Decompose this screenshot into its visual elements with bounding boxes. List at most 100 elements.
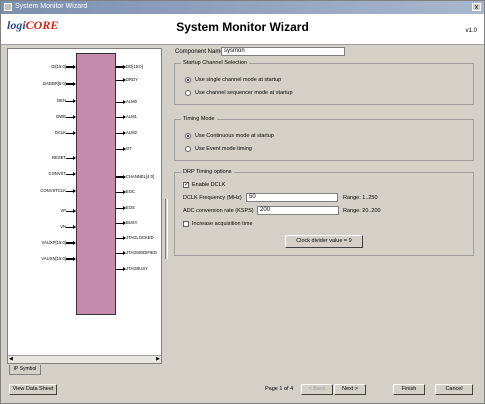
ip-symbol-panel: DI[15:0] DADDR[6:0] DEN DWE DCLK RESET CONVST C… <box>7 48 162 364</box>
pin-line <box>116 252 123 254</box>
component-name-input[interactable]: sysmon <box>221 47 345 56</box>
dclk-range-label: Range: 1..250 <box>343 195 378 201</box>
ip-symbol-block <box>76 53 116 315</box>
pin-arrow-icon <box>73 241 76 245</box>
symbol-pin-right: BUSY <box>116 219 162 227</box>
wizard-header: logiCORE System Monitor Wizard v1.0 <box>1 14 484 45</box>
scroll-left-icon[interactable]: ◀ <box>9 356 13 362</box>
wizard-title: System Monitor Wizard <box>176 20 309 34</box>
pin-line <box>116 207 123 209</box>
title-bar[interactable]: System Monitor Wizard x <box>1 1 484 14</box>
symbol-pin-right: OT <box>116 145 162 153</box>
symbol-pin-right: EOC <box>116 188 162 196</box>
acquisition-time-label: Increase acquisition time <box>192 221 253 227</box>
version-label: v1.0 <box>465 28 477 34</box>
symbol-pin-label: OT <box>126 146 132 151</box>
pin-line <box>66 242 73 244</box>
pin-line <box>66 100 73 102</box>
symbol-pin-label: BUSY <box>126 220 138 225</box>
symbol-pin-left: DCLK <box>8 129 76 137</box>
radio-channel-sequencer-label: Use channel sequencer mode at startup <box>195 90 293 96</box>
symbol-pin-label: JTAGLOCKED <box>126 235 154 240</box>
radio-single-channel-label: Use single channel mode at startup <box>195 77 282 83</box>
symbol-pin-right: ALM0 <box>116 98 162 106</box>
symbol-pin-left: DWE <box>8 113 76 121</box>
wizard-footer: View Data Sheet Page 1 of 4 < Back Next … <box>1 377 484 403</box>
splitter-grip[interactable] <box>165 199 168 259</box>
symbol-pin-right: DRDY <box>116 76 162 84</box>
next-button[interactable]: Next > <box>334 384 366 395</box>
tab-ip-symbol[interactable]: IP Symbol <box>9 365 41 375</box>
adc-range-label: Range: 20..200 <box>343 208 381 214</box>
view-data-sheet-button[interactable]: View Data Sheet <box>9 384 57 395</box>
pin-line <box>116 268 123 270</box>
symbol-pin-right: DO[15:0] <box>116 63 162 71</box>
panel-splitter[interactable] <box>165 49 168 363</box>
symbol-pin-label: DADDR[6:0] <box>42 81 66 86</box>
symbol-pin-label: DRDY <box>126 77 138 82</box>
pin-line <box>66 157 73 159</box>
pin-line <box>116 116 123 118</box>
drp-timing-group: DRP Timing options ✓ Enable DCLK DCLK Fre… <box>174 169 474 256</box>
symbol-pin-right: JTAGBUSY <box>116 265 162 273</box>
symbol-pin-label: EOS <box>126 205 135 210</box>
symbol-pin-label: DI[15:0] <box>51 64 66 69</box>
pin-arrow-icon <box>73 65 76 69</box>
pin-line <box>116 176 123 178</box>
finish-button[interactable]: Finish <box>393 384 425 395</box>
symbol-pin-left: DADDR[6:0] <box>8 80 76 88</box>
adc-rate-input[interactable]: 200 <box>257 206 339 215</box>
back-button[interactable]: < Back <box>301 384 333 395</box>
close-icon[interactable]: x <box>472 3 481 11</box>
wizard-window: System Monitor Wizard x logiCORE System … <box>0 0 485 404</box>
symbol-pin-label: DO[15:0] <box>126 64 143 69</box>
pin-arrow-icon <box>73 99 76 103</box>
pin-arrow-icon <box>73 115 76 119</box>
symbol-pin-label: JTAGMODIFIED <box>126 250 157 255</box>
symbol-pin-label: RESET <box>52 155 66 160</box>
pin-arrow-icon <box>73 131 76 135</box>
symbol-pin-label: DWE <box>56 114 66 119</box>
symbol-pin-right: EOS <box>116 204 162 212</box>
symbol-pin-label: CONVSTCLK <box>40 188 66 193</box>
acquisition-time-check-icon[interactable] <box>183 220 189 227</box>
symbol-pin-left: RESET <box>8 154 76 162</box>
radio-channel-sequencer[interactable]: Use channel sequencer mode at startup <box>185 89 293 97</box>
dclk-frequency-input[interactable]: 50 <box>246 193 338 202</box>
radio-event-mode[interactable]: Use Event mode timing <box>185 145 252 153</box>
symbol-pin-left: DEN <box>8 97 76 105</box>
acquisition-time-checkbox[interactable]: Increase acquisition time <box>183 220 253 228</box>
symbol-pin-left: CONVSTCLK <box>8 187 76 195</box>
scroll-right-icon[interactable]: ▶ <box>156 356 160 362</box>
symbol-pin-label: ALM0 <box>126 99 137 104</box>
symbol-pin-label: CONVST <box>48 171 66 176</box>
pin-arrow-icon <box>73 156 76 160</box>
page-indicator: Page 1 of 4 <box>265 386 294 392</box>
cancel-button[interactable]: Cancel <box>435 384 473 395</box>
adc-rate-label: ADC conversion rate (KSPS) <box>183 208 254 214</box>
pin-line <box>66 66 73 68</box>
radio-channel-sequencer-dot[interactable] <box>185 89 191 96</box>
radio-continuous-mode-dot[interactable] <box>185 132 191 139</box>
pin-line <box>66 132 73 134</box>
enable-dclk-checkbox[interactable]: ✓ Enable DCLK <box>183 181 225 189</box>
pin-arrow-icon <box>73 209 76 213</box>
pin-arrow-icon <box>73 82 76 86</box>
symbol-pin-label: EOC <box>126 189 136 194</box>
timing-group-title: Timing Mode <box>181 116 217 122</box>
radio-continuous-mode-label: Use Continuous mode at startup <box>195 133 274 139</box>
pin-line <box>66 83 73 85</box>
radio-single-channel-dot[interactable] <box>185 76 191 83</box>
radio-event-mode-dot[interactable] <box>185 145 191 152</box>
symbol-pin-right: ALM2 <box>116 129 162 137</box>
horizontal-scrollbar[interactable]: ◀ ▶ <box>8 355 161 363</box>
radio-single-channel[interactable]: Use single channel mode at startup <box>185 76 281 84</box>
radio-continuous-mode[interactable]: Use Continuous mode at startup <box>185 132 274 140</box>
pin-arrow-icon <box>73 257 76 261</box>
pin-line <box>116 148 123 150</box>
enable-dclk-check-icon[interactable]: ✓ <box>183 181 189 188</box>
symbol-pin-label: ALM1 <box>126 114 137 119</box>
dclk-frequency-label: DCLK Frequency (MHz) <box>183 195 242 201</box>
symbol-pin-left: DI[15:0] <box>8 63 76 71</box>
symbol-pin-label: CHANNEL[4:0] <box>126 174 155 179</box>
